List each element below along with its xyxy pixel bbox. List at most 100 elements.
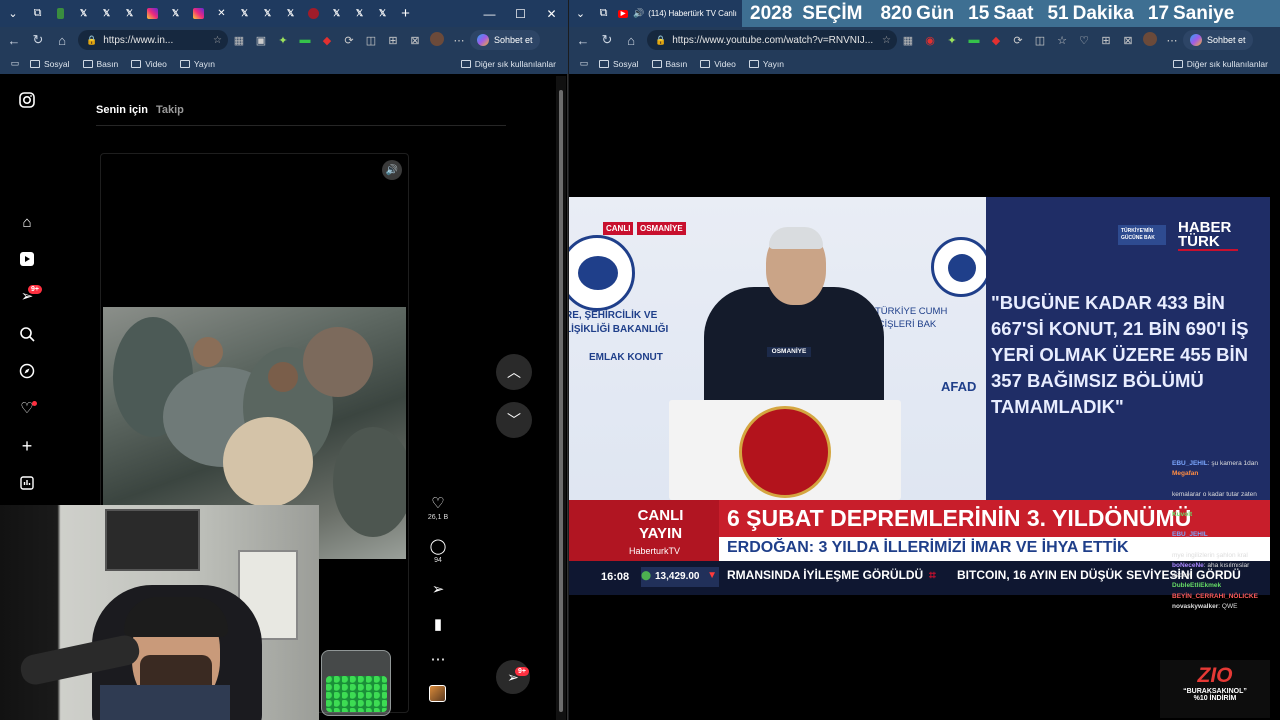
tab-12[interactable]: 𝕏 <box>325 0 348 27</box>
scroll-thumb[interactable] <box>559 90 563 712</box>
tab-2[interactable]: 𝕏 <box>72 0 95 27</box>
explore-compass-icon[interactable] <box>18 362 36 380</box>
extension-4-icon[interactable]: ▬ <box>294 34 316 46</box>
tab-13[interactable]: 𝕏 <box>348 0 371 27</box>
instagram-logo-icon[interactable] <box>18 91 36 109</box>
tab-actions-chevron-icon[interactable]: ⌄ <box>0 0 26 27</box>
sidebar-toggle-icon[interactable]: ▭ <box>569 58 599 69</box>
collections-icon[interactable]: ⊞ <box>1095 34 1117 47</box>
youtube-tab[interactable]: ▶ 🔊 (114) Habertürk TV Canlı <box>615 0 740 27</box>
more-options-icon[interactable]: ⋯ <box>448 34 470 47</box>
chat-username[interactable]: novaskywalker <box>1172 603 1218 610</box>
create-plus-icon[interactable]: + <box>18 436 36 456</box>
youtube-video-player[interactable]: RE, ŞEHİRCİLİK VE LİŞİKLİĞİ BAKANLIĞI EM… <box>569 197 1277 595</box>
chat-username[interactable]: DubleEtliEkmek <box>1172 582 1221 589</box>
chat-username[interactable]: Megafan <box>1172 470 1198 477</box>
previous-reel-button[interactable]: ︿ <box>496 354 532 390</box>
other-bookmarks[interactable]: Diğer sık kullanılanlar <box>1172 59 1268 69</box>
more-options-icon[interactable]: ⋯ <box>1161 34 1183 47</box>
right-url-field[interactable]: 🔒 https://www.youtube.com/watch?v=RNVNIJ… <box>647 30 897 50</box>
left-scrollbar[interactable] <box>556 76 566 720</box>
chat-username[interactable]: Kuvolt <box>1172 511 1192 518</box>
workspaces-icon[interactable]: ⧉ <box>26 0 49 27</box>
tab-following[interactable]: Takip <box>156 104 184 116</box>
extension-2-icon[interactable]: ◉ <box>919 34 941 47</box>
new-tab-button[interactable]: + <box>394 0 417 27</box>
tab-7-active[interactable] <box>187 0 210 27</box>
copilot-chat-button[interactable]: Sohbet et <box>1183 30 1253 50</box>
other-bookmarks[interactable]: Diğer sık kullanılanlar <box>460 59 556 69</box>
audio-playing-icon[interactable]: 🔊 <box>633 8 644 19</box>
tab-4[interactable]: 𝕏 <box>118 0 141 27</box>
profile-avatar[interactable] <box>426 31 448 49</box>
dashboard-icon[interactable] <box>18 474 36 492</box>
tab-3[interactable]: 𝕏 <box>95 0 118 27</box>
bookmark-sosyal[interactable]: Sosyal <box>30 59 70 69</box>
extension-2-icon[interactable]: ▣ <box>250 34 272 47</box>
screenshot-icon[interactable]: ⊠ <box>404 34 426 47</box>
like-button[interactable]: ♡ 26,1 B <box>424 494 452 521</box>
tab-for-you[interactable]: Senin için <box>96 104 148 116</box>
maximize-icon[interactable]: ☐ <box>505 7 536 21</box>
split-screen-icon[interactable]: ◫ <box>1029 34 1051 47</box>
chat-username[interactable]: boNeceNe <box>1172 562 1204 569</box>
extension-3-icon[interactable]: ✦ <box>941 34 963 47</box>
tab-1[interactable] <box>49 0 72 27</box>
extension-5-icon[interactable]: ◆ <box>316 34 338 47</box>
back-arrow-icon[interactable]: ← <box>2 33 26 48</box>
profile-avatar[interactable] <box>1139 31 1161 49</box>
right-scrollbar[interactable] <box>1270 76 1280 720</box>
refresh-icon[interactable]: ↻ <box>595 32 619 48</box>
screenshot-icon[interactable]: ⊠ <box>1117 34 1139 47</box>
extension-3-icon[interactable]: ✦ <box>272 34 294 47</box>
save-button[interactable]: ▮ <box>424 615 452 633</box>
refresh-icon[interactable]: ↻ <box>26 32 50 48</box>
home-icon[interactable]: ⌂ <box>18 213 36 231</box>
sidebar-toggle-icon[interactable]: ▭ <box>0 58 30 69</box>
home-icon[interactable]: ⌂ <box>50 33 74 48</box>
tab-close-icon[interactable]: ✕ <box>210 0 233 27</box>
workspaces-icon[interactable]: ⧉ <box>592 0 615 27</box>
audio-thumbnail[interactable] <box>429 685 446 702</box>
extension-4-icon[interactable]: ▬ <box>963 34 985 46</box>
bookmark-basin[interactable]: Basın <box>82 59 118 69</box>
bookmark-yayin[interactable]: Yayın <box>179 59 215 69</box>
extensions-icon[interactable]: ⟳ <box>1007 34 1029 47</box>
chat-username[interactable]: EBU_JEHIL <box>1172 460 1208 467</box>
messages-button[interactable]: ➢ <box>496 660 530 694</box>
bookmark-sosyal[interactable]: Sosyal <box>599 59 639 69</box>
bookmark-yayin[interactable]: Yayın <box>748 59 784 69</box>
home-icon[interactable]: ⌂ <box>619 33 643 48</box>
tab-6[interactable]: 𝕏 <box>164 0 187 27</box>
copilot-chat-button[interactable]: Sohbet et <box>470 30 540 50</box>
minimize-icon[interactable]: — <box>474 7 505 21</box>
close-icon[interactable]: ✕ <box>536 7 567 21</box>
chat-username[interactable]: EBU_JEHIL <box>1172 531 1208 538</box>
reels-icon[interactable] <box>18 250 36 268</box>
tab-actions-chevron-icon[interactable]: ⌄ <box>569 0 592 27</box>
left-url-field[interactable]: 🔒 https://www.in... ☆ <box>78 30 228 50</box>
favorites-icon[interactable]: ☆ <box>1051 34 1073 47</box>
tab-14[interactable]: 𝕏 <box>371 0 394 27</box>
extensions-icon[interactable]: ⟳ <box>338 34 360 47</box>
favorite-star-icon[interactable]: ☆ <box>213 35 222 46</box>
tab-10[interactable]: 𝕏 <box>279 0 302 27</box>
browser-essentials-icon[interactable]: ♡ <box>1073 34 1095 47</box>
favorite-star-icon[interactable]: ☆ <box>882 35 891 46</box>
comment-button[interactable]: ◯ 94 <box>424 537 452 564</box>
share-button[interactable]: ➢ <box>424 580 452 598</box>
search-icon[interactable] <box>18 325 36 343</box>
volume-icon[interactable]: 🔊 <box>382 160 402 180</box>
bookmark-video[interactable]: Video <box>700 59 736 69</box>
extension-1-icon[interactable]: ▦ <box>228 34 250 47</box>
tab-8[interactable]: 𝕏 <box>233 0 256 27</box>
tab-5[interactable] <box>141 0 164 27</box>
chat-username[interactable]: BEYİN_CERRAHI_NÖLICKE <box>1172 593 1258 600</box>
tab-11[interactable] <box>302 0 325 27</box>
more-options-button[interactable]: ⋯ <box>424 650 452 668</box>
split-screen-icon[interactable]: ◫ <box>360 34 382 47</box>
tab-9[interactable]: 𝕏 <box>256 0 279 27</box>
back-arrow-icon[interactable]: ← <box>571 33 595 48</box>
next-reel-button[interactable]: ﹀ <box>496 402 532 438</box>
extension-5-icon[interactable]: ◆ <box>985 34 1007 47</box>
